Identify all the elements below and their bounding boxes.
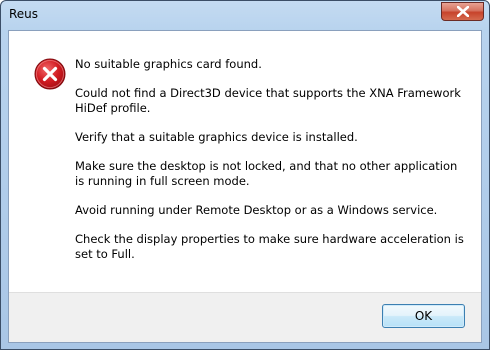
window-title: Reus	[9, 7, 39, 21]
ok-button[interactable]: OK	[382, 304, 465, 328]
close-button[interactable]	[441, 2, 484, 21]
message-line: Check the display properties to make sur…	[75, 232, 464, 261]
button-bar: OK	[9, 292, 481, 342]
message-line: Could not find a Direct3D device that su…	[75, 86, 461, 115]
message-line: Verify that a suitable graphics device i…	[75, 130, 358, 144]
message-area: No suitable graphics card found. Could n…	[9, 31, 481, 293]
close-icon	[456, 6, 469, 17]
dialog-window: Reus No suitable graphics card found. Co…	[0, 0, 490, 350]
error-icon	[34, 58, 66, 90]
message-line: No suitable graphics card found.	[75, 57, 262, 71]
dialog-client-area: No suitable graphics card found. Could n…	[8, 30, 482, 343]
title-bar[interactable]: Reus	[1, 1, 489, 29]
message-text: No suitable graphics card found. Could n…	[75, 57, 470, 276]
message-line: Make sure the desktop is not locked, and…	[75, 159, 458, 188]
message-line: Avoid running under Remote Desktop or as…	[75, 203, 438, 217]
